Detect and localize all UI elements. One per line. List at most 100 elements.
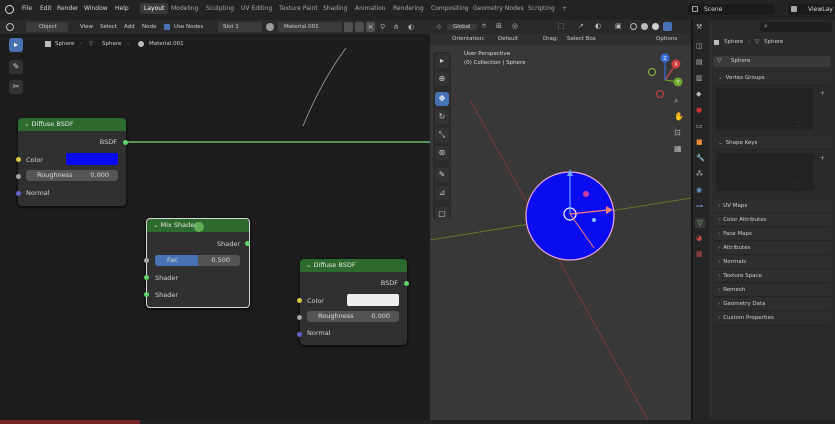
fac-slider[interactable]: Fac 0.500 bbox=[155, 255, 240, 266]
color-input-socket[interactable] bbox=[297, 298, 302, 303]
transform-tool-icon[interactable]: ⊛ bbox=[435, 146, 449, 160]
list-resize-handle-icon[interactable]: ⁚⁚ bbox=[796, 183, 799, 189]
drag-dropdown[interactable]: Select Box bbox=[567, 36, 596, 42]
panel-color-attributes[interactable]: › Color Attributes bbox=[714, 214, 831, 227]
sphere-object[interactable] bbox=[520, 166, 620, 266]
panel-shape-keys[interactable]: ⌄ Shape Keys bbox=[714, 137, 831, 150]
add-shape-key-icon[interactable]: + bbox=[820, 155, 825, 162]
diffuse-bsdf-node[interactable]: ⌄ Diffuse BSDF BSDF Color Roughness 0.00… bbox=[18, 118, 126, 206]
bsdf-output-socket[interactable] bbox=[123, 140, 128, 145]
solid-shading-icon[interactable] bbox=[641, 23, 648, 30]
mesh-datablock-field[interactable]: ▽ Sphere bbox=[713, 56, 831, 67]
bsdf-output-socket[interactable] bbox=[404, 281, 409, 286]
viewport[interactable]: ⊹ Global ⌾ ⊞ ◎ ⬚ ↗ ◐ ▣ Orientation: Defa… bbox=[430, 20, 691, 424]
diffuse-bsdf-node-2[interactable]: ⌄ Diffuse BSDF BSDF Color Roughness 0.00… bbox=[300, 259, 407, 345]
show-gizmo-icon[interactable]: ↗ bbox=[578, 22, 584, 30]
color-swatch[interactable] bbox=[66, 153, 118, 165]
xray-icon[interactable]: ▣ bbox=[615, 22, 622, 30]
tool-properties-icon[interactable]: ⚒ bbox=[696, 23, 702, 31]
panel-title: Geometry Data bbox=[723, 301, 766, 307]
roughness-input-socket[interactable] bbox=[297, 315, 302, 320]
mesh-data-properties-icon[interactable]: ▽ bbox=[695, 218, 705, 228]
rotate-tool-icon[interactable]: ↻ bbox=[435, 110, 449, 124]
particle-properties-icon[interactable]: ⁂ bbox=[696, 170, 703, 178]
collapse-chevron-icon[interactable]: ⌄ bbox=[153, 221, 161, 229]
roughness-input-socket[interactable] bbox=[16, 174, 21, 179]
panel-title: Normals bbox=[723, 259, 746, 265]
normal-input-socket[interactable] bbox=[297, 332, 302, 337]
fac-input-socket[interactable] bbox=[144, 258, 149, 263]
constraint-properties-icon[interactable]: ⊶ bbox=[696, 202, 703, 210]
fac-value: 0.500 bbox=[211, 256, 230, 264]
normal-input-socket[interactable] bbox=[16, 191, 21, 196]
shader-input-socket-2[interactable] bbox=[144, 292, 149, 297]
collapse-chevron-icon[interactable]: ⌄ bbox=[306, 261, 314, 269]
view-object-types-icon[interactable]: ⬚ bbox=[558, 22, 565, 30]
panel-title: Texture Space bbox=[723, 273, 762, 279]
panel-uv-maps[interactable]: › UV Maps bbox=[714, 200, 831, 213]
roughness-field[interactable]: Roughness 0.000 bbox=[307, 311, 399, 322]
collection-label: (0) Collection | Sphere bbox=[464, 60, 526, 66]
node-header[interactable]: ⌄ Diffuse BSDF bbox=[300, 259, 407, 272]
overlays-icon[interactable]: ◐ bbox=[595, 22, 601, 30]
shape-keys-list[interactable] bbox=[716, 153, 814, 191]
transform-orientation-icon[interactable]: ⊹ bbox=[436, 23, 442, 31]
add-cube-tool-icon[interactable]: ▢ bbox=[435, 207, 449, 221]
annotate-tool-icon[interactable]: ✎ bbox=[435, 168, 449, 182]
roughness-field[interactable]: Roughness 0.000 bbox=[26, 170, 118, 181]
panel-face-maps[interactable]: › Face Maps bbox=[714, 228, 831, 241]
texture-properties-icon[interactable]: ▦ bbox=[696, 250, 703, 258]
select-box-tool-icon[interactable]: ▸ bbox=[435, 54, 449, 68]
measure-tool-icon[interactable]: ⊿ bbox=[435, 186, 449, 200]
panel-geometry-data[interactable]: › Geometry Data bbox=[714, 298, 831, 311]
proportional-icon[interactable]: ◎ bbox=[512, 22, 518, 30]
render-properties-icon[interactable]: ◫ bbox=[696, 42, 703, 50]
rendered-shading-icon[interactable] bbox=[663, 22, 672, 31]
vertex-groups-list[interactable] bbox=[716, 88, 814, 130]
world-properties-icon[interactable]: ● bbox=[696, 106, 702, 114]
panel-normals[interactable]: › Normals bbox=[714, 256, 831, 269]
node-title: Diffuse BSDF bbox=[31, 120, 74, 128]
global-dropdown[interactable]: Global bbox=[447, 24, 477, 30]
pivot-icon[interactable]: ⌾ bbox=[482, 22, 486, 31]
output-properties-icon[interactable]: ▤ bbox=[696, 58, 703, 66]
view-layer-properties-icon[interactable]: ▥ bbox=[696, 74, 703, 82]
move-tool-icon[interactable]: ✥ bbox=[435, 92, 449, 106]
collection-properties-icon[interactable]: ▭ bbox=[696, 122, 703, 130]
shader-output-socket[interactable] bbox=[245, 241, 250, 246]
mix-shader-node[interactable]: ⌄ Mix Shader Shader Fac 0.500 Shader Sha… bbox=[146, 218, 250, 308]
physics-properties-icon[interactable]: ◉ bbox=[696, 186, 702, 194]
object-properties-icon[interactable]: ■ bbox=[696, 138, 703, 146]
list-resize-handle-icon[interactable]: ⁚⁚ bbox=[796, 122, 799, 128]
options-dropdown[interactable]: Options bbox=[656, 36, 677, 42]
scale-tool-icon[interactable]: ⤡ bbox=[435, 128, 449, 142]
panel-vertex-groups[interactable]: ⌄ Vertex Groups bbox=[714, 72, 831, 85]
chevron-right-icon: › bbox=[718, 217, 721, 223]
node-header[interactable]: ⌄ Diffuse BSDF bbox=[18, 118, 126, 131]
wireframe-shading-icon[interactable] bbox=[630, 23, 637, 30]
add-vertex-group-icon[interactable]: + bbox=[820, 90, 825, 97]
perspective-toggle-icon[interactable]: ▦ bbox=[674, 144, 682, 153]
collapse-chevron-icon[interactable]: ⌄ bbox=[24, 120, 32, 128]
shader-input-socket-1[interactable] bbox=[144, 275, 149, 280]
chevron-right-icon: › bbox=[718, 273, 721, 279]
panel-attributes[interactable]: › Attributes bbox=[714, 242, 831, 255]
panel-custom-properties[interactable]: › Custom Properties bbox=[714, 312, 831, 325]
modifier-properties-icon[interactable]: 🔧 bbox=[696, 154, 705, 162]
material-properties-icon[interactable]: ◕ bbox=[696, 234, 702, 242]
pan-hand-icon[interactable]: ✋ bbox=[674, 112, 684, 121]
panel-title: UV Maps bbox=[723, 203, 748, 209]
scene-properties-icon[interactable]: ◆ bbox=[696, 90, 701, 98]
properties-search[interactable]: ⌕ bbox=[760, 22, 832, 32]
navigation-gizmo[interactable]: X Y Z bbox=[642, 50, 688, 106]
orientation-dropdown[interactable]: Default bbox=[498, 36, 518, 42]
material-shading-icon[interactable] bbox=[652, 23, 659, 30]
zoom-icon[interactable]: ⌕ bbox=[674, 96, 678, 106]
panel-texture-space[interactable]: › Texture Space bbox=[714, 270, 831, 283]
color-swatch[interactable] bbox=[347, 294, 399, 306]
camera-view-icon[interactable]: ⊡ bbox=[674, 128, 681, 137]
cursor-tool-icon[interactable]: ⊕ bbox=[435, 72, 449, 86]
panel-remesh[interactable]: › Remesh bbox=[714, 284, 831, 297]
snap-icon[interactable]: ⊞ bbox=[496, 22, 502, 30]
color-input-socket[interactable] bbox=[16, 157, 21, 162]
